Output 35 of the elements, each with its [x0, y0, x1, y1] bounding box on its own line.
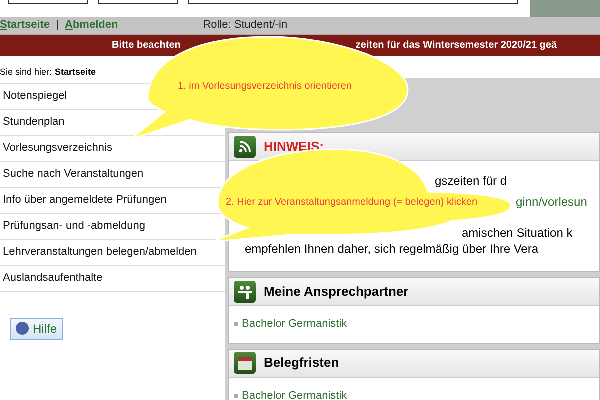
menu-item[interactable]: Notenspiegel [3, 88, 68, 104]
callout-text: 2. Hier zur Veranstaltungsanmeldung (= belegen) klicken [226, 196, 478, 210]
people-icon [234, 280, 256, 302]
notice-text: amischen Situation k [462, 225, 573, 242]
bullet-icon [234, 394, 238, 398]
menu-item[interactable]: Info über angemeldete Prüfungen [3, 192, 167, 208]
rss-icon [234, 136, 256, 158]
menu-item[interactable]: Auslandsaufenthalte [3, 270, 103, 286]
menu-item[interactable]: Stundenplan [3, 114, 65, 130]
menu-item[interactable]: Vorlesungsverzeichnis [3, 140, 112, 156]
photo-placeholder [530, 0, 600, 17]
menu-item[interactable]: Prüfungsan- und -abmeldung [3, 218, 146, 234]
panel-title: Meine Ansprechpartner [264, 282, 409, 301]
notice-link[interactable]: ginn/vorlesun [516, 193, 588, 211]
nav-link[interactable]: Startseite [0, 17, 50, 34]
separator: | [56, 18, 59, 34]
program-link[interactable]: Bachelor Germanistik [242, 388, 348, 400]
calendar-icon [234, 352, 256, 374]
banner-text: zeiten für das Wintersemester 2020/21 geä [356, 39, 558, 53]
breadcrumb-current: Startseite [55, 66, 96, 79]
program-link[interactable]: Bachelor Germanistik [242, 316, 348, 332]
menu-item[interactable]: Suche nach Veranstaltungen [3, 166, 144, 182]
help-icon [16, 322, 29, 335]
role-text: Rolle: Student/-in [203, 18, 288, 34]
menu-item[interactable]: Lehrveranstaltungen belegen/abmelden [3, 244, 197, 260]
notice-text: empfehlen Ihnen daher, sich regelmäßig über Ihre Vera [245, 241, 539, 258]
bullet-icon [234, 322, 238, 326]
panel-title: HINWEIS: [264, 138, 324, 156]
callout-text: 1. im Vorlesungsverzeichnis orientieren [178, 80, 352, 94]
nav-link[interactable]: Abmelden [65, 17, 118, 34]
banner-text: Bitte beachten [112, 39, 181, 53]
breadcrumb-label: Sie sind hier: [0, 66, 52, 79]
help-button[interactable]: Hilfe [10, 318, 64, 340]
notice-text: gszeiten für d [435, 173, 508, 190]
panel-title: Belegfristen [264, 354, 340, 372]
